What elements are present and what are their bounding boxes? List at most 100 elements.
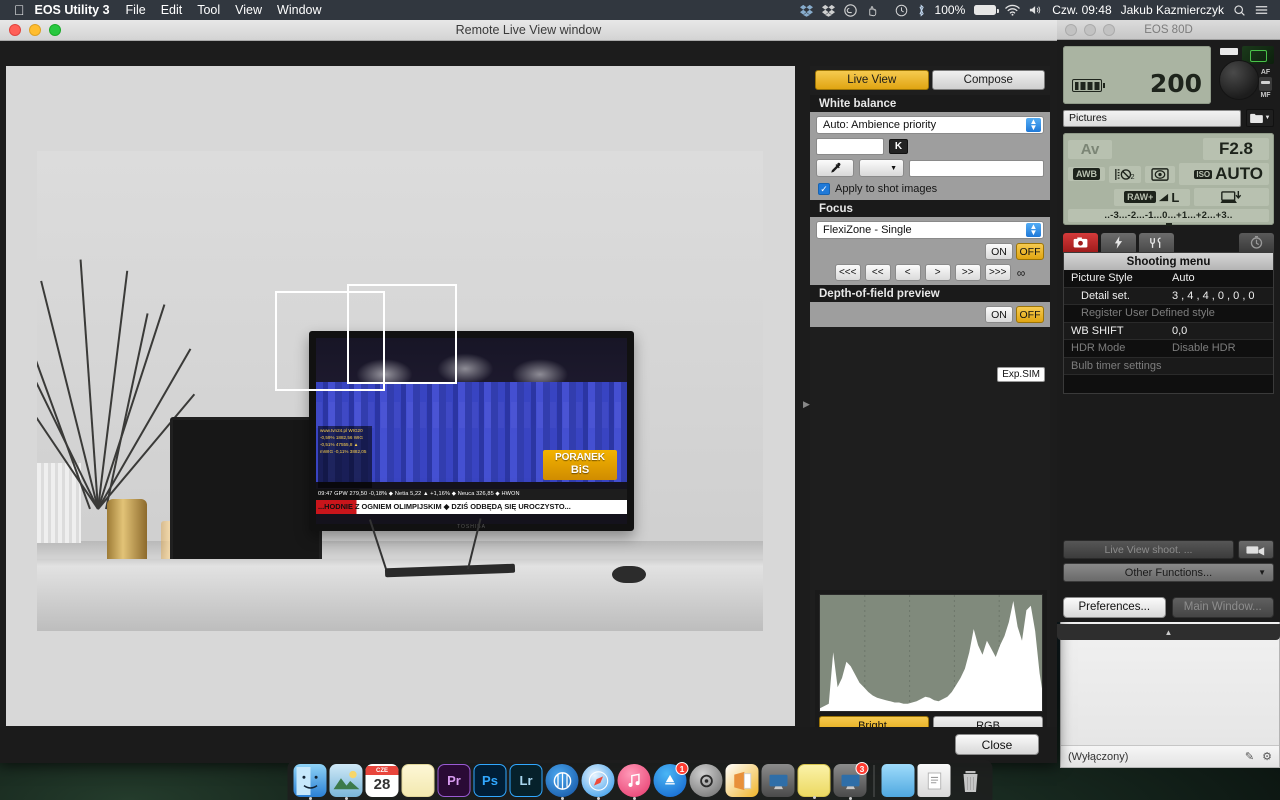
apply-to-shot-images-checkbox[interactable]: ✓ <box>818 183 830 195</box>
other-functions-button[interactable]: Other Functions... ▼ <box>1063 563 1274 582</box>
gear-icon[interactable]: ⚙ <box>1262 750 1272 763</box>
app-store-icon[interactable]: 1 <box>653 762 689 797</box>
wb-custom-input[interactable] <box>909 159 1044 177</box>
mode-dial[interactable] <box>1219 60 1259 100</box>
af-mf-toggle[interactable] <box>1259 77 1272 91</box>
menu-row-detail-set[interactable]: Detail set. 3 , 4 , 4 , 0 , 0 , 0 <box>1064 287 1273 305</box>
screen-sharing-icon[interactable] <box>761 764 795 797</box>
trash-icon[interactable] <box>954 764 987 797</box>
focus-on-button[interactable]: ON <box>985 243 1013 260</box>
menu-row-picture-style[interactable]: Picture Style Auto <box>1064 270 1273 288</box>
rlv-window-title: Remote Live View window <box>455 23 602 37</box>
focus-far-3-button[interactable]: <<< <box>834 264 861 281</box>
system-preferences-icon[interactable] <box>689 764 723 797</box>
dof-off-button[interactable]: OFF <box>1016 306 1044 323</box>
exposure-compensation-scale[interactable]: ..-3...-2...-1...0...+1...+2...+3.. <box>1068 209 1269 226</box>
live-view-shoot-button[interactable]: Live View shoot. ... <box>1063 540 1234 559</box>
movie-camera-icon[interactable] <box>1238 540 1274 559</box>
camera-collapse-handle[interactable]: ▲ <box>1057 624 1280 640</box>
flash-tab[interactable] <box>1101 233 1136 252</box>
white-balance-mode-select[interactable]: Auto: Ambience priority ▲ ▼ <box>816 116 1044 134</box>
focus-near-2-button[interactable]: >> <box>954 264 981 281</box>
timer-tab[interactable] <box>1239 233 1274 252</box>
menu-tool[interactable]: Tool <box>197 3 220 17</box>
focus-off-button[interactable]: OFF <box>1016 243 1044 260</box>
dof-on-button[interactable]: ON <box>985 306 1013 323</box>
menu-edit[interactable]: Edit <box>161 3 183 17</box>
chevron-down-icon: ▼ <box>1264 115 1271 121</box>
photos-icon[interactable] <box>329 764 363 800</box>
hand-icon[interactable] <box>866 4 878 17</box>
folder-picker-button[interactable]: ▼ <box>1246 109 1274 127</box>
notification-center-icon[interactable] <box>1255 4 1268 16</box>
documents-folder-icon[interactable] <box>917 764 951 797</box>
chevron-updown-icon[interactable]: ▲ ▼ <box>1026 118 1041 132</box>
live-view-canvas[interactable]: www.tvn24.pl WIG20 -0,59% 1882,56 WIG -0… <box>6 66 795 726</box>
office-icon[interactable] <box>725 764 759 797</box>
focus-far-1-button[interactable]: < <box>894 264 921 281</box>
eyedropper-icon[interactable] <box>816 159 854 177</box>
self-timer-2s-icon[interactable]: 2 <box>1109 165 1141 183</box>
af-frame-secondary[interactable] <box>347 284 457 384</box>
shooting-mode-value[interactable]: Av <box>1068 139 1112 159</box>
aperture-value[interactable]: F2.8 <box>1203 138 1269 160</box>
menu-window[interactable]: Window <box>277 3 321 17</box>
eos-utility-icon[interactable]: 3 <box>833 762 869 800</box>
volume-icon[interactable] <box>1029 4 1043 16</box>
focus-far-2-button[interactable]: << <box>864 264 891 281</box>
close-button[interactable]: Close <box>955 734 1039 755</box>
stickies-icon[interactable] <box>797 764 831 799</box>
premiere-icon[interactable]: Pr <box>437 764 471 797</box>
image-quality-setting[interactable]: RAW+ L <box>1114 188 1190 206</box>
rlv-titlebar[interactable]: Remote Live View window <box>0 20 1057 41</box>
finder-icon[interactable] <box>293 764 327 800</box>
battery-percent: 100% <box>934 3 966 17</box>
chevron-updown-icon[interactable]: ▲ ▼ <box>1026 223 1041 237</box>
focus-mode-select[interactable]: FlexiZone - Single ▲ ▼ <box>816 221 1044 239</box>
bluetooth-icon[interactable] <box>917 3 926 17</box>
main-window-button[interactable]: Main Window... <box>1171 596 1274 618</box>
creative-cloud-icon[interactable] <box>843 3 857 17</box>
menubar-username[interactable]: Jakub Kazmierczyk <box>1121 3 1224 17</box>
destination-folder-field[interactable]: Pictures <box>1063 109 1241 127</box>
shooting-tab[interactable] <box>1063 233 1098 252</box>
edit-icon[interactable]: ✎ <box>1245 750 1254 763</box>
apply-to-shot-images-row[interactable]: ✓ Apply to shot images <box>816 181 1044 196</box>
safari-icon[interactable] <box>581 764 615 800</box>
preferences-button[interactable]: Preferences... <box>1063 596 1166 618</box>
focus-near-3-button[interactable]: >>> <box>984 264 1011 281</box>
focus-near-1-button[interactable]: > <box>924 264 951 281</box>
pc-transfer-icon[interactable] <box>1193 188 1269 206</box>
af-mf-switch[interactable]: AF MF <box>1257 64 1274 104</box>
timemachine-icon[interactable] <box>895 4 908 17</box>
music-icon[interactable] <box>617 764 651 800</box>
eos-titlebar[interactable]: EOS 80D <box>1057 20 1280 40</box>
evaluative-metering-icon[interactable] <box>1145 165 1175 183</box>
notes-icon[interactable] <box>401 764 435 797</box>
iso-setting[interactable]: ISO AUTO <box>1179 163 1269 185</box>
tab-live-view[interactable]: Live View <box>815 70 929 90</box>
itunes-connect-icon[interactable] <box>545 764 579 800</box>
search-icon[interactable] <box>1233 4 1246 17</box>
wifi-icon[interactable] <box>1005 4 1020 16</box>
menu-row-wb-shift[interactable]: WB SHIFT 0,0 <box>1064 322 1273 340</box>
lightroom-icon[interactable]: Lr <box>509 764 543 797</box>
menubar-clock[interactable]: Czw. 09:48 <box>1052 3 1111 17</box>
downloads-folder-icon[interactable] <box>881 764 915 797</box>
dropbox-icon[interactable] <box>821 4 835 17</box>
menu-view[interactable]: View <box>235 3 262 17</box>
calendar-icon[interactable]: CZE 28 <box>365 764 399 797</box>
focus-onoff-group: ON OFF <box>985 243 1044 260</box>
dropbox-status-icon[interactable] <box>799 4 813 17</box>
kelvin-button[interactable]: K <box>889 139 908 154</box>
battery-icon[interactable] <box>974 5 1000 15</box>
white-balance-mode-badge[interactable]: AWB <box>1068 167 1105 181</box>
setup-tab[interactable] <box>1139 233 1174 252</box>
menu-file[interactable]: File <box>126 3 146 17</box>
menubar-app-name[interactable]: EOS Utility 3 <box>35 3 110 17</box>
color-temperature-input[interactable] <box>816 138 884 155</box>
photoshop-icon[interactable]: Ps <box>473 764 507 797</box>
wb-preset-dropdown[interactable]: ▼ <box>859 159 904 177</box>
apple-icon[interactable]:  <box>14 3 25 17</box>
tab-compose[interactable]: Compose <box>931 70 1045 90</box>
